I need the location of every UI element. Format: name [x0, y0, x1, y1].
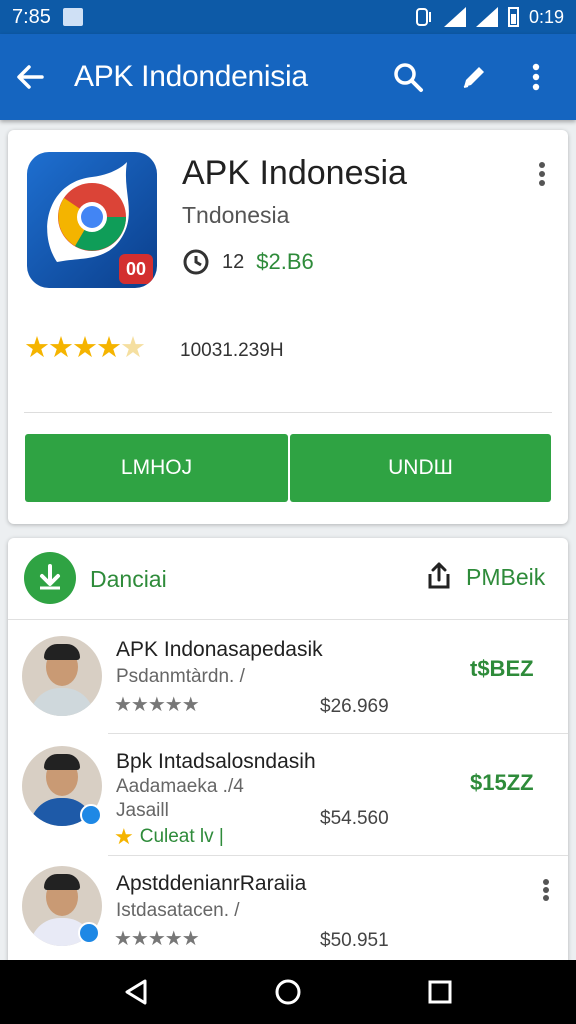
status-bar: 7:85 0:19 — [0, 0, 576, 34]
item-feature: ★ Culeat lv | — [114, 824, 224, 850]
share-action[interactable]: PMBeik — [422, 560, 545, 594]
item-stars: ★★★★★ — [114, 928, 200, 950]
app-bar: APK Indondenisia — [0, 34, 576, 120]
image-icon — [62, 8, 83, 26]
item-price: $50.951 — [320, 930, 389, 951]
download-label[interactable]: Danciai — [90, 566, 167, 593]
item-title: Bpk Intadsalosndasih — [116, 750, 316, 773]
app-price: $2.B6 — [256, 249, 314, 274]
svg-text:00: 00 — [126, 259, 146, 279]
back-arrow-icon[interactable] — [6, 53, 54, 101]
list-item[interactable]: APK Indonasapedasik Psdanmtàrdn. / ★★★★★… — [8, 620, 568, 734]
vibrate-icon — [415, 8, 431, 26]
app-title: APK Indonesia — [182, 154, 407, 192]
battery-icon — [507, 7, 519, 27]
card-overflow-icon[interactable] — [522, 150, 562, 198]
item-price: $54.560 — [320, 808, 389, 829]
signal-icon — [443, 7, 466, 27]
edit-icon[interactable] — [450, 53, 498, 101]
system-nav-bar — [0, 960, 576, 1024]
share-icon — [428, 562, 450, 589]
star-icon: ★ — [114, 824, 134, 849]
divider — [24, 412, 552, 413]
avatar — [22, 636, 102, 716]
item-subtitle: Psdanmtàrdn. / — [116, 666, 245, 687]
app-bar-title: APK Indondenisia — [74, 60, 308, 93]
app-meta: 12 $2.B6 — [182, 248, 314, 276]
item-feature-label: Culeat lv | — [139, 826, 224, 847]
recents-square-icon[interactable] — [425, 977, 455, 1007]
item-overflow-icon[interactable] — [534, 870, 558, 910]
primary-left-button[interactable]: LМНОJ — [25, 434, 288, 502]
item-price: $26.969 — [320, 696, 389, 717]
item-stars: ★★★★★ — [114, 694, 200, 716]
item-subtitle: Istdasatacen. / — [116, 900, 240, 921]
related-list-card: Danciai PMBeik APK Indonasapedasik Psdan… — [8, 538, 568, 978]
signal-icon-2 — [475, 7, 498, 27]
overflow-menu-icon[interactable] — [512, 53, 560, 101]
item-subtitle-2: Jasaill — [116, 800, 169, 821]
item-subtitle: Aadamaeka ./4 — [116, 776, 244, 797]
rating-stars: ★★★★★ — [24, 332, 146, 364]
home-circle-icon[interactable] — [273, 977, 303, 1007]
status-icons: 0:19 — [412, 7, 564, 28]
status-time: 7:85 — [12, 5, 51, 28]
meta-number: 12 — [222, 250, 245, 273]
share-label: PMBeik — [466, 563, 546, 590]
search-icon[interactable] — [384, 53, 432, 101]
app-subtitle: Tndonesia — [182, 202, 290, 228]
list-header: Danciai PMBeik — [8, 538, 568, 620]
status-right-text: 0:19 — [528, 6, 564, 27]
primary-right-button[interactable]: UNDШ — [290, 434, 551, 502]
item-title: APK Indonasapedasik — [116, 638, 323, 661]
app-logo-icon[interactable]: 00 — [27, 152, 157, 288]
item-action-button[interactable]: t$BEZ — [470, 656, 534, 682]
verified-icon — [80, 804, 102, 826]
download-icon[interactable] — [24, 552, 76, 604]
back-triangle-icon[interactable] — [121, 977, 151, 1007]
app-detail-card: 00 APK Indonesia Tndonesia 12 $2.B6 ★★★★… — [8, 130, 568, 524]
item-action-button[interactable]: $15ZZ — [470, 770, 534, 796]
item-title: ApstddenianrRaraiia — [116, 872, 307, 895]
list-item[interactable]: Bpk Intadsalosndasih Aadamaeka ./4 Jasai… — [8, 734, 568, 856]
clock-icon — [183, 249, 209, 275]
verified-icon — [78, 922, 100, 944]
rating-count: 10031.239H — [180, 340, 284, 361]
